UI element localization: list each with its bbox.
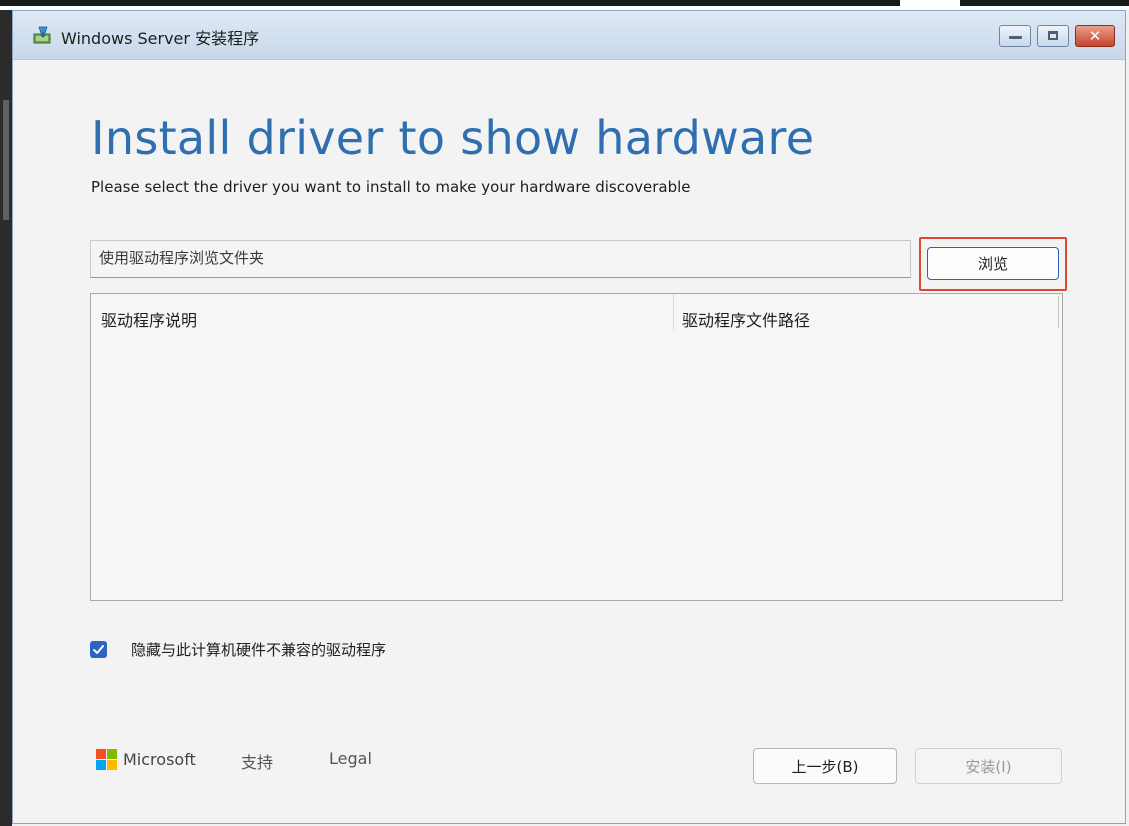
minimize-icon — [1009, 36, 1022, 39]
legal-link[interactable]: Legal — [329, 749, 372, 768]
hide-incompatible-checkbox[interactable] — [90, 640, 107, 658]
close-button[interactable]: ✕ — [1075, 25, 1115, 47]
install-button[interactable]: 安装(I) — [915, 748, 1062, 784]
background-highlight — [3, 100, 9, 220]
cropped-text-band — [0, 0, 900, 6]
column-header-driver-path[interactable]: 驱动程序文件路径 — [673, 294, 1059, 331]
title-bar[interactable]: Windows Server 安装程序 ✕ — [13, 11, 1125, 60]
minimize-button[interactable] — [999, 25, 1031, 47]
column-divider — [1058, 296, 1059, 328]
hide-incompatible-label[interactable]: 隐藏与此计算机硬件不兼容的驱动程序 — [131, 639, 386, 660]
microsoft-logo-icon — [96, 749, 117, 770]
background-edge — [0, 10, 12, 826]
column-header-driver-description[interactable]: 驱动程序说明 — [91, 294, 673, 331]
driver-list-table[interactable]: 驱动程序说明 驱动程序文件路径 — [90, 293, 1063, 601]
browse-button[interactable]: 浏览 — [927, 247, 1059, 280]
setup-window: Windows Server 安装程序 ✕ Install driver to … — [12, 10, 1126, 824]
page-heading: Install driver to show hardware — [91, 111, 815, 165]
close-icon: ✕ — [1088, 27, 1102, 45]
support-link[interactable]: 支持 — [241, 749, 273, 773]
driver-folder-field[interactable]: 使用驱动程序浏览文件夹 — [90, 240, 911, 278]
cropped-text-band — [960, 0, 1129, 6]
window-title: Windows Server 安装程序 — [61, 29, 260, 48]
setup-app-icon — [33, 26, 51, 44]
back-button[interactable]: 上一步(B) — [753, 748, 897, 784]
cropped-page-strip — [0, 0, 1129, 10]
microsoft-brand-text: Microsoft — [123, 750, 196, 769]
maximize-button[interactable] — [1037, 25, 1069, 47]
window-controls: ✕ — [999, 25, 1115, 47]
checkmark-icon — [93, 644, 104, 654]
hide-incompatible-option[interactable]: 隐藏与此计算机硬件不兼容的驱动程序 — [90, 637, 386, 661]
maximize-icon — [1048, 31, 1058, 40]
page-subtitle: Please select the driver you want to ins… — [91, 178, 691, 196]
microsoft-logo: Microsoft — [96, 749, 196, 770]
